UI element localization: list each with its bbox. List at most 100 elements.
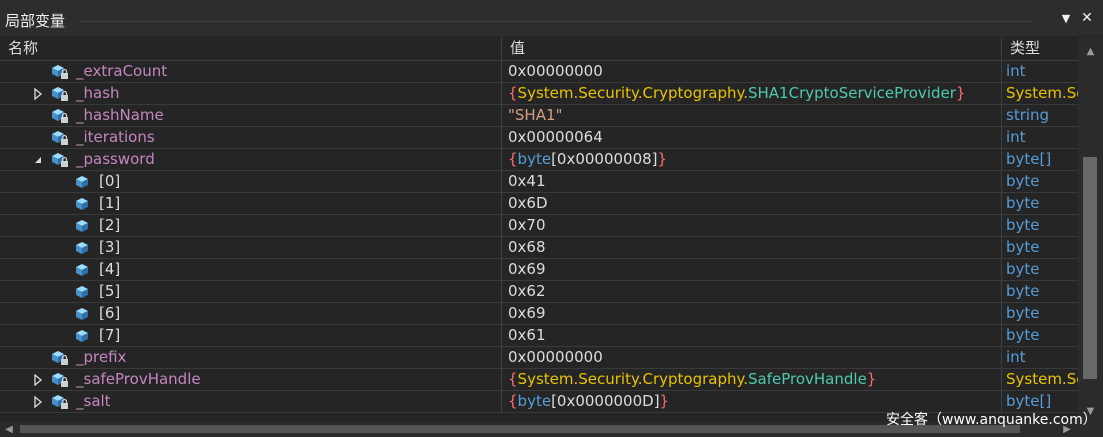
variable-value[interactable]: 0x62 bbox=[502, 281, 1002, 302]
row-name-cell: [0] bbox=[0, 171, 502, 192]
row-name-cell: [3] bbox=[0, 237, 502, 258]
variable-value[interactable]: 0x70 bbox=[502, 215, 1002, 236]
row-name-cell: [7] bbox=[0, 325, 502, 346]
vertical-scroll-thumb[interactable] bbox=[1083, 157, 1097, 379]
variable-value[interactable]: {System.Security.Cryptography.SafeProvHa… bbox=[502, 369, 1002, 390]
table-row[interactable]: [0] 0x41 byte bbox=[0, 171, 1078, 193]
private-field-icon bbox=[50, 63, 70, 81]
private-field-icon bbox=[50, 393, 70, 411]
variable-name: [5] bbox=[99, 282, 121, 300]
value-text: 0x69 bbox=[508, 260, 546, 278]
scroll-left-icon[interactable]: ◀ bbox=[0, 421, 18, 437]
array-element-icon bbox=[73, 217, 93, 235]
variable-type: byte bbox=[1006, 238, 1040, 256]
variable-name: _prefix bbox=[76, 348, 127, 366]
expand-arrow-icon[interactable] bbox=[33, 88, 43, 100]
variable-value[interactable]: 0x00000064 bbox=[502, 127, 1002, 148]
table-row[interactable]: [4] 0x69 byte bbox=[0, 259, 1078, 281]
variable-type: byte bbox=[1006, 282, 1040, 300]
variable-name: _iterations bbox=[76, 128, 155, 146]
expand-arrow-icon[interactable] bbox=[33, 374, 43, 386]
table-row[interactable]: _prefix 0x00000000 int bbox=[0, 347, 1078, 369]
variable-type: byte bbox=[1006, 172, 1040, 190]
window-dropdown-button[interactable]: ▼ bbox=[1057, 9, 1075, 27]
variable-value[interactable]: 0x6D bbox=[502, 193, 1002, 214]
variable-type: int bbox=[1006, 348, 1026, 366]
private-field-icon bbox=[50, 349, 70, 367]
array-element-icon bbox=[73, 327, 93, 345]
variable-name: [3] bbox=[99, 238, 121, 256]
row-name-cell: [1] bbox=[0, 193, 502, 214]
value-text: 0x69 bbox=[508, 304, 546, 322]
row-name-cell: [5] bbox=[0, 281, 502, 302]
table-row[interactable]: [6] 0x69 byte bbox=[0, 303, 1078, 325]
variable-name: [1] bbox=[99, 194, 121, 212]
value-part: { bbox=[508, 84, 518, 102]
variable-value[interactable]: 0x69 bbox=[502, 259, 1002, 280]
window-title: 局部变量 bbox=[5, 12, 66, 30]
value-text: 0x6D bbox=[508, 194, 548, 212]
row-name-cell: [6] bbox=[0, 303, 502, 324]
variable-value[interactable]: "SHA1" bbox=[502, 105, 1002, 126]
variable-value[interactable]: 0x69 bbox=[502, 303, 1002, 324]
variable-name: [2] bbox=[99, 216, 121, 234]
vertical-scrollbar[interactable]: ▲ ▼ bbox=[1078, 37, 1103, 421]
table-row[interactable]: _password {byte[0x00000008]} byte[] bbox=[0, 149, 1078, 171]
variable-name: _hash bbox=[76, 84, 120, 102]
table-row[interactable]: _safeProvHandle {System.Security.Cryptogr… bbox=[0, 369, 1078, 391]
table-row[interactable]: [3] 0x68 byte bbox=[0, 237, 1078, 259]
variable-value[interactable]: 0x68 bbox=[502, 237, 1002, 258]
variable-type: System.Se bbox=[1006, 84, 1078, 102]
variable-type: byte bbox=[1006, 194, 1040, 212]
row-name-cell: [2] bbox=[0, 215, 502, 236]
variable-type: int bbox=[1006, 62, 1026, 80]
variable-value[interactable]: 0x41 bbox=[502, 171, 1002, 192]
variable-type: int bbox=[1006, 128, 1026, 146]
array-element-icon bbox=[73, 261, 93, 279]
variable-type: byte bbox=[1006, 260, 1040, 278]
array-element-icon bbox=[73, 239, 93, 257]
value-part: byte bbox=[517, 392, 552, 410]
private-field-icon bbox=[50, 371, 70, 389]
scroll-up-icon[interactable]: ▲ bbox=[1078, 41, 1103, 61]
column-header-value[interactable]: 值 bbox=[502, 37, 1002, 60]
row-name-cell: _salt bbox=[0, 391, 502, 412]
collapse-arrow-icon[interactable] bbox=[33, 154, 43, 166]
table-row[interactable]: [1] 0x6D byte bbox=[0, 193, 1078, 215]
table-row[interactable]: [2] 0x70 byte bbox=[0, 215, 1078, 237]
locals-grid: _extraCount 0x00000000 int _hash {System.Sec… bbox=[0, 61, 1078, 421]
variable-name: [7] bbox=[99, 326, 121, 344]
table-row[interactable]: [5] 0x62 byte bbox=[0, 281, 1078, 303]
value-part: { bbox=[508, 392, 518, 410]
value-text: 0x00000000 bbox=[508, 348, 603, 366]
value-part: SafeProvHandle bbox=[748, 370, 867, 388]
value-part: } bbox=[955, 84, 966, 102]
row-name-cell: _hash bbox=[0, 83, 502, 104]
value-text: 0x41 bbox=[508, 172, 546, 190]
column-header-name[interactable]: 名称 bbox=[0, 37, 502, 60]
titlebar-grip bbox=[78, 21, 1031, 22]
column-header-type[interactable]: 类型 bbox=[1002, 37, 1078, 60]
table-row[interactable]: _hash {System.Security.Cryptography.SHA1C… bbox=[0, 83, 1078, 105]
variable-value[interactable]: {System.Security.Cryptography.SHA1Crypto… bbox=[502, 83, 1002, 104]
row-name-cell: _extraCount bbox=[0, 61, 502, 82]
value-part: System.Security.Cryptography. bbox=[517, 84, 748, 102]
variable-value[interactable]: {byte[0x00000008]} bbox=[502, 149, 1002, 170]
value-text: 0x62 bbox=[508, 282, 546, 300]
variable-value[interactable]: 0x00000000 bbox=[502, 61, 1002, 82]
row-name-cell: _iterations bbox=[0, 127, 502, 148]
expand-arrow-icon[interactable] bbox=[33, 396, 43, 408]
variable-type: string bbox=[1006, 106, 1050, 124]
array-element-icon bbox=[73, 173, 93, 191]
private-field-icon bbox=[50, 107, 70, 125]
variable-name: _safeProvHandle bbox=[76, 370, 201, 388]
horizontal-scroll-thumb[interactable] bbox=[20, 425, 1020, 433]
variable-name: _password bbox=[76, 150, 155, 168]
table-row[interactable]: _extraCount 0x00000000 int bbox=[0, 61, 1078, 83]
variable-value[interactable]: 0x00000000 bbox=[502, 347, 1002, 368]
table-row[interactable]: _hashName "SHA1" string bbox=[0, 105, 1078, 127]
variable-value[interactable]: 0x61 bbox=[502, 325, 1002, 346]
table-row[interactable]: [7] 0x61 byte bbox=[0, 325, 1078, 347]
table-row[interactable]: _iterations 0x00000064 int bbox=[0, 127, 1078, 149]
close-button[interactable]: ✕ bbox=[1078, 9, 1096, 27]
